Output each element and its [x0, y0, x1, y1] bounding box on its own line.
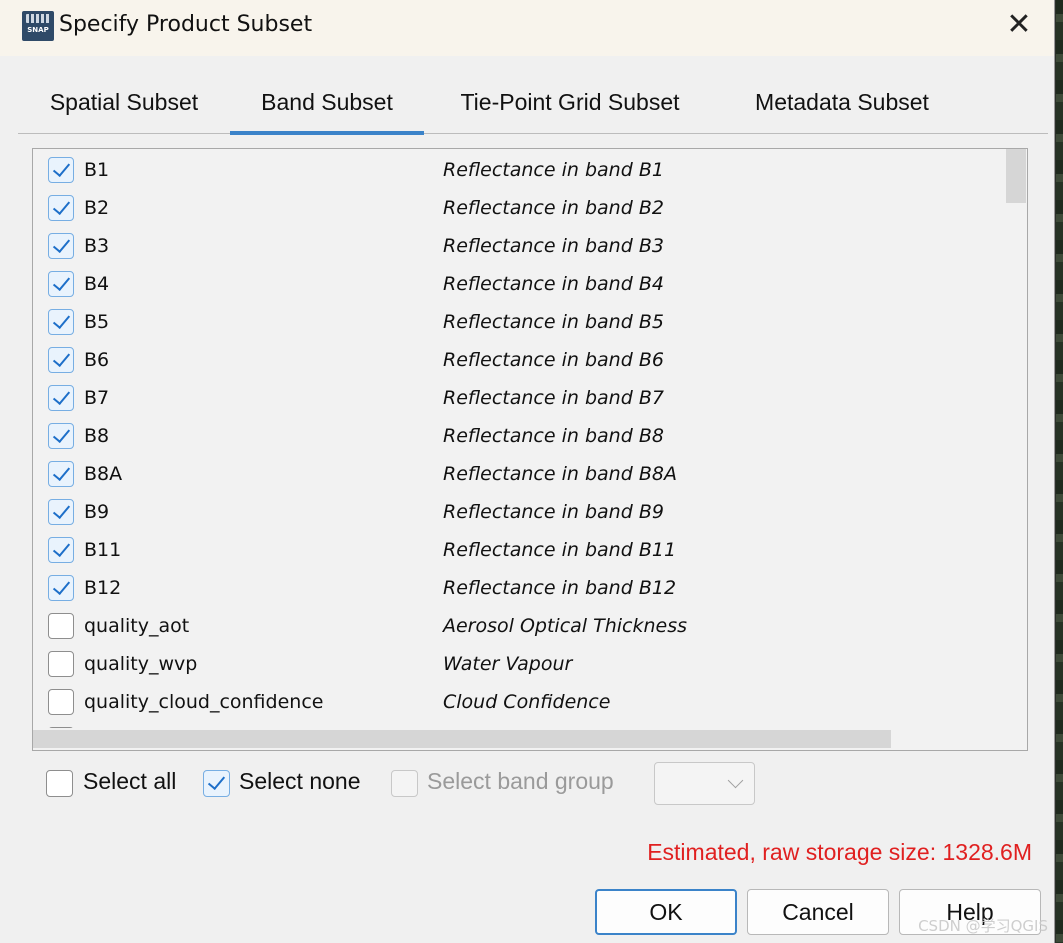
- band-checkbox[interactable]: [48, 347, 74, 373]
- band-name: B6: [84, 349, 110, 371]
- tab-bar: Spatial Subset Band Subset Tie-Point Gri…: [18, 74, 1048, 135]
- cancel-button[interactable]: Cancel: [747, 889, 889, 935]
- band-row[interactable]: quality_wvp Water Vapour: [33, 645, 1003, 683]
- band-description: Reflectance in band B3: [443, 235, 664, 257]
- band-checkbox[interactable]: [48, 423, 74, 449]
- band-name: B12: [84, 577, 122, 599]
- horizontal-scrollbar[interactable]: [33, 728, 1027, 750]
- band-checkbox[interactable]: [48, 499, 74, 525]
- tab-spatial-subset[interactable]: Spatial Subset: [18, 74, 230, 133]
- band-checkbox[interactable]: [48, 385, 74, 411]
- band-row[interactable]: B11 Reflectance in band B11: [33, 531, 1003, 569]
- band-row[interactable]: B4 Reflectance in band B4: [33, 265, 1003, 303]
- horizontal-scroll-thumb[interactable]: [33, 730, 891, 748]
- band-list-rows: B1 Reflectance in band B1 B2 Reflectance in…: [33, 149, 1003, 729]
- vertical-scroll-thumb[interactable]: [1006, 149, 1026, 203]
- band-description: Aerosol Optical Thickness: [443, 615, 688, 637]
- select-all-label[interactable]: Select all: [83, 768, 176, 795]
- band-description: Reflectance in band B2: [443, 197, 664, 219]
- band-name: B11: [84, 539, 122, 561]
- band-row[interactable]: B5 Reflectance in band B5: [33, 303, 1003, 341]
- band-description: Reflectance in band B8A: [443, 463, 677, 485]
- select-band-group-checkbox: [391, 770, 418, 797]
- band-name: quality_wvp: [84, 653, 198, 675]
- band-description: Water Vapour: [443, 653, 573, 675]
- band-name: quality_cloud_confidence: [84, 691, 324, 713]
- background-map-strip: [1056, 0, 1063, 943]
- band-row[interactable]: B9 Reflectance in band B9: [33, 493, 1003, 531]
- band-checkbox[interactable]: [48, 233, 74, 259]
- snap-app-icon: SNAP: [22, 11, 54, 41]
- band-list: B1 Reflectance in band B1 B2 Reflectance in…: [32, 148, 1028, 751]
- band-description: Reflectance in band B12: [443, 577, 677, 599]
- band-name: B9: [84, 501, 110, 523]
- band-description: Reflectance in band B8: [443, 425, 664, 447]
- band-description: Reflectance in band B11: [443, 539, 677, 561]
- band-checkbox[interactable]: [48, 689, 74, 715]
- band-row[interactable]: B7 Reflectance in band B7: [33, 379, 1003, 417]
- band-checkbox[interactable]: [48, 195, 74, 221]
- storage-size-estimate: Estimated, raw storage size: 1328.6M: [647, 839, 1032, 865]
- title-bar: SNAP Specify Product Subset ✕: [0, 0, 1054, 56]
- tab-band-subset[interactable]: Band Subset: [230, 74, 424, 135]
- band-name: quality_aot: [84, 615, 190, 637]
- vertical-scrollbar[interactable]: [1005, 149, 1027, 729]
- band-name: B3: [84, 235, 110, 257]
- band-row[interactable]: B12 Reflectance in band B12: [33, 569, 1003, 607]
- band-description: Reflectance in band B5: [443, 311, 664, 333]
- band-checkbox[interactable]: [48, 575, 74, 601]
- select-none-label[interactable]: Select none: [239, 768, 360, 795]
- band-row[interactable]: B8A Reflectance in band B8A: [33, 455, 1003, 493]
- band-name: B2: [84, 197, 110, 219]
- band-name: B8: [84, 425, 110, 447]
- band-checkbox[interactable]: [48, 157, 74, 183]
- app-icon-label: SNAP: [27, 26, 49, 34]
- band-group-dropdown: [654, 762, 755, 805]
- band-row[interactable]: B2 Reflectance in band B2: [33, 189, 1003, 227]
- tab-tie-point-grid-subset[interactable]: Tie-Point Grid Subset: [434, 74, 706, 133]
- band-checkbox[interactable]: [48, 309, 74, 335]
- band-checkbox[interactable]: [48, 537, 74, 563]
- select-band-group-label: Select band group: [427, 768, 614, 794]
- band-row[interactable]: B8 Reflectance in band B8: [33, 417, 1003, 455]
- band-name: B4: [84, 273, 110, 295]
- band-row[interactable]: B3 Reflectance in band B3: [33, 227, 1003, 265]
- select-none-checkbox[interactable]: [203, 770, 230, 797]
- band-name: B5: [84, 311, 110, 333]
- subset-dialog: SNAP Specify Product Subset ✕ Spatial Su…: [0, 0, 1055, 943]
- chevron-down-icon: [727, 772, 744, 789]
- select-all-checkbox[interactable]: [46, 770, 73, 797]
- band-name: B7: [84, 387, 110, 409]
- band-description: Reflectance in band B7: [443, 387, 664, 409]
- band-checkbox[interactable]: [48, 651, 74, 677]
- close-icon[interactable]: ✕: [1002, 8, 1036, 42]
- band-description: Reflectance in band B4: [443, 273, 664, 295]
- band-row[interactable]: quality_cloud_confidence Cloud Confidence: [33, 683, 1003, 721]
- band-row[interactable]: B1 Reflectance in band B1: [33, 151, 1003, 189]
- band-description: Reflectance in band B6: [443, 349, 664, 371]
- tab-metadata-subset[interactable]: Metadata Subset: [724, 74, 960, 133]
- band-description: Reflectance in band B9: [443, 501, 664, 523]
- band-checkbox[interactable]: [48, 613, 74, 639]
- band-checkbox[interactable]: [48, 271, 74, 297]
- selection-options: Select all Select none Select band group: [46, 762, 766, 806]
- window-title: Specify Product Subset: [59, 12, 313, 37]
- band-name: B1: [84, 159, 110, 181]
- band-row[interactable]: quality_aot Aerosol Optical Thickness: [33, 607, 1003, 645]
- band-description: Cloud Confidence: [443, 691, 611, 713]
- band-name: B8A: [84, 463, 123, 485]
- band-checkbox[interactable]: [48, 461, 74, 487]
- watermark: CSDN @学习QGIS: [918, 917, 1048, 935]
- ok-button[interactable]: OK: [595, 889, 737, 935]
- band-row[interactable]: B6 Reflectance in band B6: [33, 341, 1003, 379]
- band-description: Reflectance in band B1: [443, 159, 664, 181]
